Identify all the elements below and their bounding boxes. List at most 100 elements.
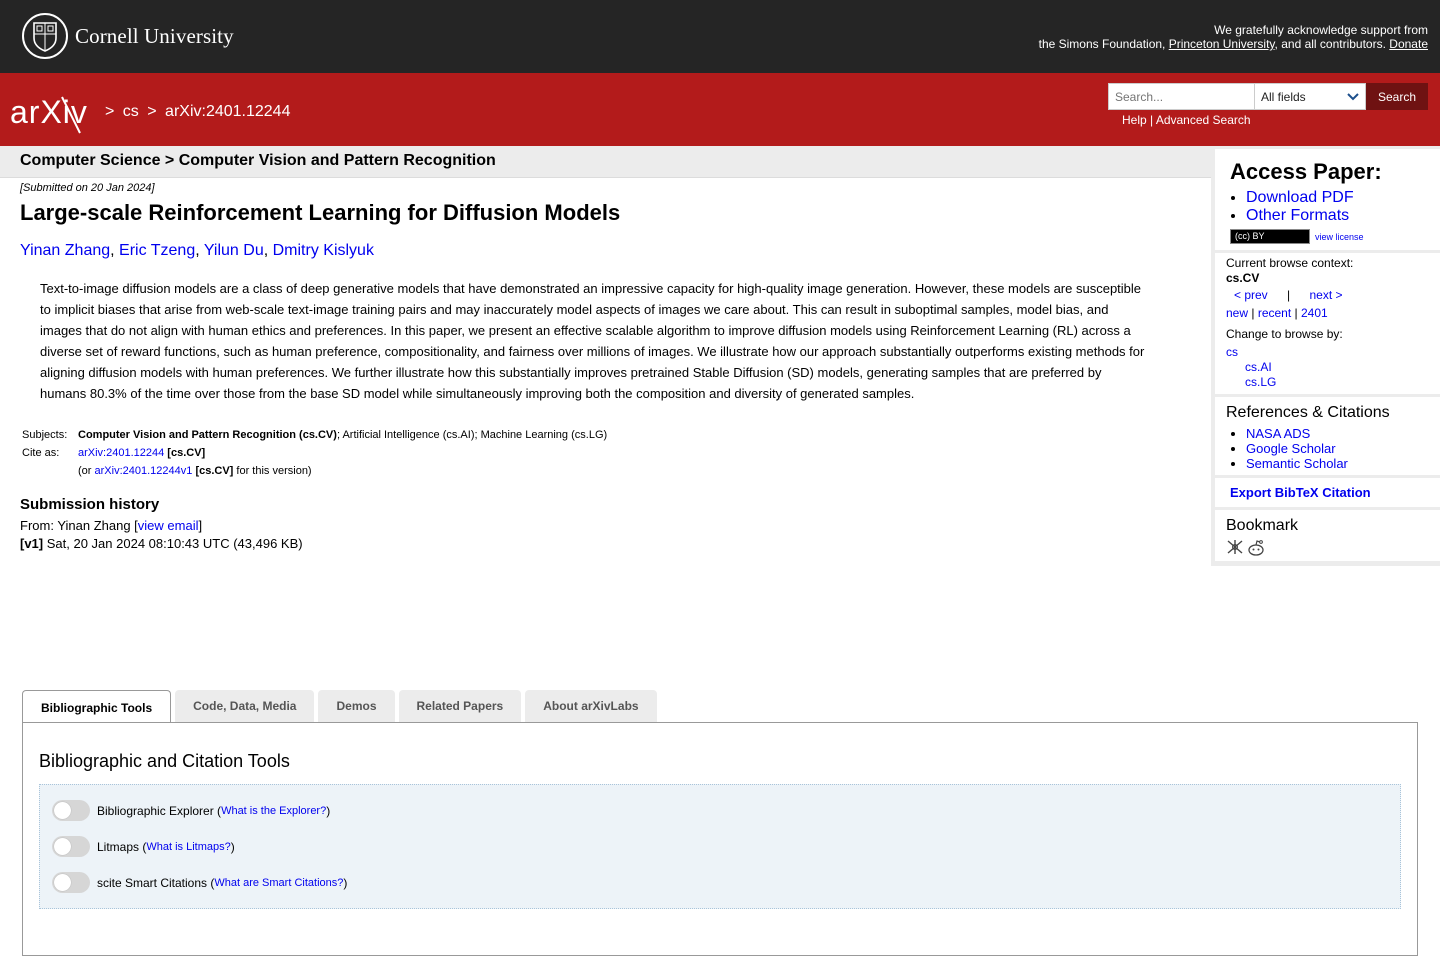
metadata-table: Subjects: Computer Vision and Pattern Re…	[20, 426, 609, 480]
view-license-link[interactable]: view license	[1315, 232, 1364, 242]
princeton-link[interactable]: Princeton University	[1169, 37, 1275, 51]
help-sep: |	[1150, 113, 1154, 127]
arxiv-logo-icon: arXiv	[10, 94, 87, 134]
cite-value: arXiv:2401.12244 [cs.CV]	[76, 444, 609, 462]
support-middle: , and all contributors.	[1274, 37, 1386, 51]
breadcrumb-paper-id: arXiv:2401.12244	[165, 103, 291, 120]
tab-about-arxivlabs[interactable]: About arXivLabs	[525, 690, 657, 722]
bibliographic-explorer-toggle[interactable]	[52, 800, 90, 821]
ref-item: Semantic Scholar	[1246, 456, 1440, 471]
university-name: Cornell University	[75, 23, 234, 48]
bibliographic-tools-panel: Bibliographic and Citation Tools Bibliog…	[22, 722, 1418, 956]
sidebar: Access Paper: Download PDF Other Formats…	[1211, 146, 1440, 566]
download-pdf-item: Download PDF	[1246, 189, 1440, 207]
tool-litmaps: Litmaps (What is Litmaps?)	[52, 836, 235, 857]
advanced-search-link[interactable]: Advanced Search	[1156, 113, 1251, 127]
donate-link[interactable]: Donate	[1389, 37, 1428, 51]
browse-nav: < prev | next >	[1226, 288, 1440, 303]
year-link[interactable]: 2401	[1301, 306, 1328, 320]
cite-or: (or	[78, 465, 92, 477]
search-field-select[interactable]: All fields	[1254, 83, 1366, 110]
help-links: Help | Advanced Search	[1122, 113, 1251, 127]
semantic-scholar-link[interactable]: Semantic Scholar	[1246, 456, 1348, 471]
version-label: [v1]	[20, 536, 44, 551]
references-section: References & Citations NASA ADS Google S…	[1215, 397, 1440, 475]
bookmark-heading: Bookmark	[1226, 517, 1299, 534]
search-form: All fields Search	[1108, 83, 1428, 110]
breadcrumb-cs[interactable]: cs	[123, 103, 139, 120]
author-link[interactable]: Yinan Zhang	[20, 242, 110, 259]
search-field-value: All fields	[1261, 89, 1306, 104]
submission-from-close: ]	[198, 518, 203, 533]
cornell-logo[interactable]: Cornell University	[22, 13, 234, 59]
support-line1: We gratefully acknowledge support from	[1214, 23, 1428, 37]
breadcrumb-sep: >	[105, 103, 115, 120]
help-link[interactable]: Help	[1122, 113, 1147, 127]
subjects-value: Computer Vision and Pattern Recognition …	[76, 426, 609, 444]
next-link[interactable]: next >	[1310, 288, 1343, 302]
ref-item: Google Scholar	[1246, 441, 1440, 456]
export-bibtex-link[interactable]: Export BibTeX Citation	[1230, 485, 1371, 500]
license-row: (cc) BY view license	[1230, 229, 1440, 244]
version-date: Sat, 20 Jan 2024 08:10:43 UTC (43,496 KB…	[46, 536, 303, 551]
tab-code-data-media[interactable]: Code, Data, Media	[175, 690, 315, 722]
what-is-explorer-link[interactable]: What is the Explorer?	[221, 805, 326, 817]
tab-related-papers[interactable]: Related Papers	[398, 690, 522, 722]
browse-context-section: Current browse context: cs.CV < prev | n…	[1215, 253, 1440, 394]
site-header: arXiv > cs > arXiv:2401.12244 All fields…	[0, 73, 1440, 146]
nav-sep: |	[1287, 288, 1291, 302]
paper-title: Large-scale Reinforcement Learning for D…	[20, 200, 621, 225]
prev-link[interactable]: < prev	[1234, 288, 1268, 302]
view-email-link[interactable]: view email	[138, 518, 199, 533]
abstract-text: Text-to-image diffusion models are a cla…	[40, 281, 1145, 401]
subjects-label: Subjects:	[22, 429, 68, 441]
google-scholar-link[interactable]: Google Scholar	[1246, 441, 1336, 456]
submission-history-heading: Submission history	[20, 496, 160, 513]
version-entry: [v1] Sat, 20 Jan 2024 08:10:43 UTC (43,4…	[20, 536, 1190, 551]
browse-ai-link[interactable]: cs.AI	[1245, 360, 1272, 374]
recent-link[interactable]: recent	[1258, 306, 1291, 320]
institution-bar: Cornell University We gratefully acknowl…	[0, 0, 1440, 73]
category-heading: Computer Science > Computer Vision and P…	[0, 146, 1211, 178]
tool-bibliographic-explorer: Bibliographic Explorer (What is the Expl…	[52, 800, 330, 821]
scite-toggle[interactable]	[52, 872, 90, 893]
nav-sep: |	[1251, 306, 1255, 320]
cite-id-link[interactable]: arXiv:2401.12244	[78, 447, 164, 459]
litmaps-toggle[interactable]	[52, 836, 90, 857]
author-link[interactable]: Yilun Du	[204, 242, 264, 259]
what-are-smart-citations-link[interactable]: What are Smart Citations?	[214, 877, 343, 889]
chevron-down-icon	[1347, 92, 1359, 100]
tools-list: Bibliographic Explorer (What is the Expl…	[39, 784, 1401, 909]
author-link[interactable]: Eric Tzeng	[119, 242, 195, 259]
arxiv-logo[interactable]: arXiv	[10, 93, 102, 140]
author-link[interactable]: Dmitry Kislyuk	[273, 242, 374, 259]
new-link[interactable]: new	[1226, 306, 1248, 320]
cite-version-link[interactable]: arXiv:2401.12244v1	[95, 465, 193, 477]
search-input[interactable]	[1108, 83, 1254, 110]
cornell-seal-icon	[22, 13, 68, 59]
tab-bibliographic-tools[interactable]: Bibliographic Tools	[22, 690, 172, 724]
search-button[interactable]: Search	[1366, 83, 1428, 110]
browse-cs-link[interactable]: cs	[1226, 345, 1238, 359]
tab-demos[interactable]: Demos	[318, 690, 395, 722]
cc-by-license-icon[interactable]: (cc) BY	[1230, 229, 1310, 244]
cite-label: Cite as:	[22, 447, 60, 459]
nasa-ads-link[interactable]: NASA ADS	[1246, 426, 1310, 441]
cite-row: Cite as: arXiv:2401.12244 [cs.CV]	[20, 444, 609, 462]
support-acknowledgement: We gratefully acknowledge support from t…	[1039, 23, 1428, 51]
support-prefix: the Simons Foundation,	[1038, 37, 1166, 51]
bibsonomy-icon[interactable]	[1226, 539, 1244, 555]
tool-label: Bibliographic Explorer (	[97, 803, 222, 818]
breadcrumb-sep: >	[147, 103, 157, 120]
cite-version-row: (or arXiv:2401.12244v1 [cs.CV] for this …	[20, 462, 609, 480]
browse-lg-link[interactable]: cs.LG	[1245, 375, 1276, 389]
other-formats-link[interactable]: Other Formats	[1246, 207, 1349, 224]
bookmark-section: Bookmark	[1215, 510, 1440, 561]
cite-version-tail: for this version)	[236, 465, 312, 477]
author-list: Yinan Zhang, Eric Tzeng, Yilun Du, Dmitr…	[20, 242, 374, 259]
submission-date: [Submitted on 20 Jan 2024]	[20, 182, 155, 194]
submission-from-text: From: Yinan Zhang [	[20, 518, 138, 533]
reddit-icon[interactable]	[1246, 539, 1266, 557]
download-pdf-link[interactable]: Download PDF	[1246, 189, 1354, 206]
what-is-litmaps-link[interactable]: What is Litmaps?	[146, 841, 230, 853]
